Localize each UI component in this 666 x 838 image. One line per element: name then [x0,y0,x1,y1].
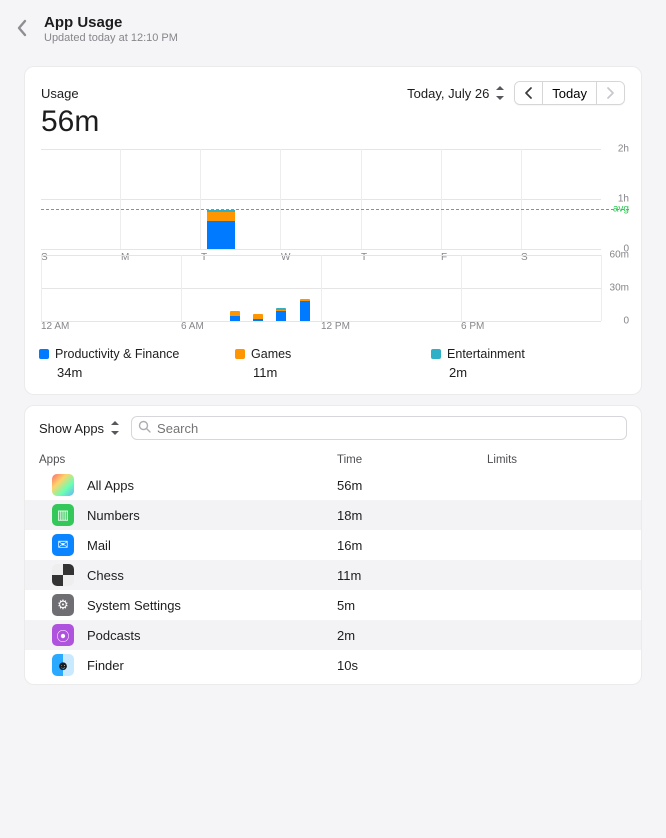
day-ytick: 0 [623,316,629,327]
app-name: Finder [87,658,337,673]
app-time: 2m [337,628,487,643]
app-row[interactable]: All Apps56m [25,470,641,500]
avg-label: avg [613,204,629,215]
app-row[interactable]: ☻ Finder10s [25,650,641,680]
app-time: 56m [337,478,487,493]
date-picker-label: Today, July 26 [407,86,489,101]
day-ytick: 30m [610,283,629,294]
week-chart: 2h 1h 0 avg SMTWTFS [41,149,629,249]
search-field[interactable] [131,416,627,440]
legend-value: 34m [57,365,235,380]
chess-icon [52,564,74,586]
numbers-icon: ▥ [52,504,74,526]
app-row[interactable]: Chess11m [25,560,641,590]
legend-name: Productivity & Finance [55,347,179,361]
th-apps: Apps [39,454,337,466]
filter-popup[interactable]: Show Apps [39,420,121,436]
app-name: All Apps [87,478,337,493]
day-ytick: 60m [610,250,629,261]
app-time: 18m [337,508,487,523]
mail-icon: ✉ [52,534,74,556]
day-xtick: 12 AM [41,321,69,332]
app-name: Mail [87,538,337,553]
finder-icon: ☻ [52,654,74,676]
usage-total: 56m [25,105,641,149]
app-row[interactable]: ⚙ System Settings5m [25,590,641,620]
app-time: 11m [337,568,487,583]
app-name: Chess [87,568,337,583]
legend-dot [235,349,245,359]
app-time: 10s [337,658,487,673]
date-picker[interactable]: Today, July 26 [407,85,506,101]
app-row[interactable]: ⦿ Podcasts2m [25,620,641,650]
app-name: Podcasts [87,628,337,643]
legend-value: 2m [449,365,627,380]
page-subtitle: Updated today at 12:10 PM [44,32,178,44]
app-row[interactable]: ▥ Numbers18m [25,500,641,530]
week-ytick: 2h [618,144,629,155]
app-name: System Settings [87,598,337,613]
today-button[interactable]: Today [542,82,596,104]
next-day-button[interactable] [596,82,624,104]
usage-label: Usage [41,86,407,101]
all-icon [52,474,74,496]
th-limits: Limits [487,454,627,466]
app-name: Numbers [87,508,337,523]
back-button[interactable] [12,15,32,44]
day-xtick: 6 AM [181,321,204,332]
legend-name: Entertainment [447,347,525,361]
day-xtick: 6 PM [461,321,484,332]
prev-day-button[interactable] [515,82,542,104]
th-time: Time [337,454,487,466]
podcasts-icon: ⦿ [52,624,74,646]
search-input[interactable] [157,421,620,436]
day-chart: 60m 30m 0 12 AM6 AM12 PM6 PM [41,255,629,321]
app-time: 5m [337,598,487,613]
app-time: 16m [337,538,487,553]
page-title: App Usage [44,14,178,31]
legend-value: 11m [253,365,431,380]
legend-name: Games [251,347,291,361]
updown-icon [493,85,506,101]
updown-icon [108,420,121,436]
app-row[interactable]: ✉ Mail16m [25,530,641,560]
search-icon [138,420,151,436]
filter-label: Show Apps [39,421,104,436]
legend-dot [431,349,441,359]
settings-icon: ⚙ [52,594,74,616]
day-xtick: 12 PM [321,321,350,332]
legend-dot [39,349,49,359]
